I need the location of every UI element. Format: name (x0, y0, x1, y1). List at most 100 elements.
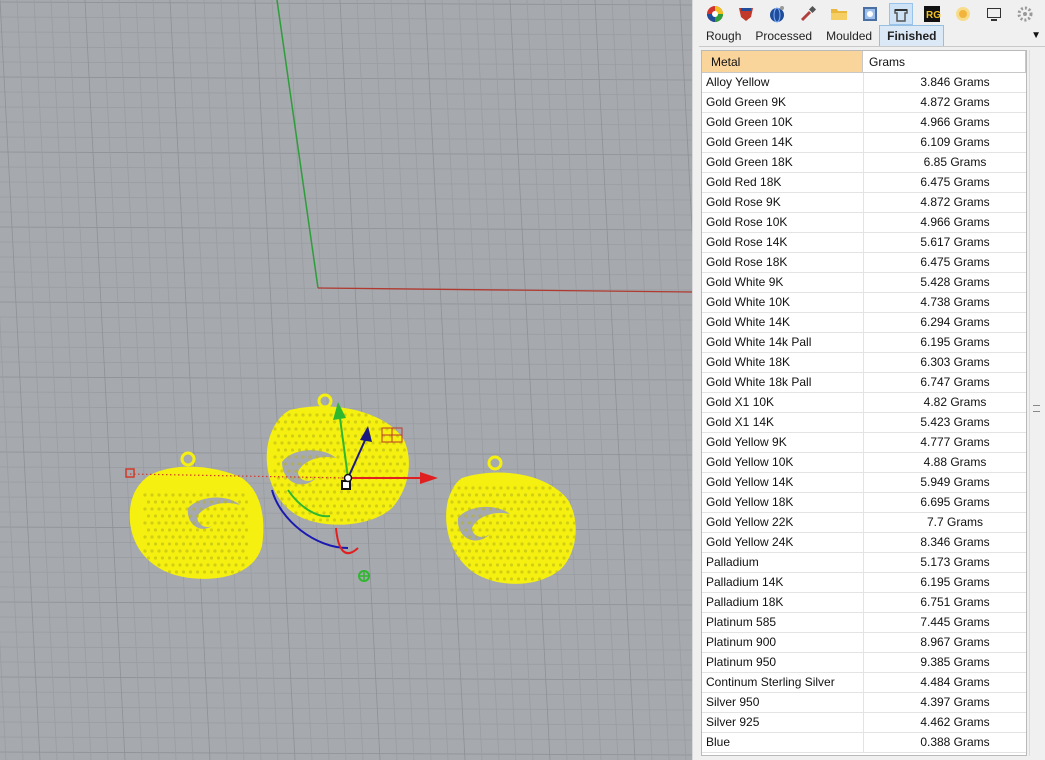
table-row[interactable]: Gold White 14k Pall 6.195 Grams (702, 333, 1026, 353)
metal-weight-panel: RG Rough Processed Moulded Finished ▼ Me… (699, 0, 1045, 760)
earring-left[interactable] (129, 451, 264, 579)
ring-icon[interactable] (889, 2, 913, 25)
table-row[interactable]: Gold Rose 9K 4.872 Grams (702, 193, 1026, 213)
cell-grams: 5.617 Grams (920, 235, 990, 249)
cell-metal: Silver 925 (702, 713, 864, 732)
cell-grams: 6.109 Grams (920, 135, 990, 149)
table-row[interactable]: Gold Yellow 14K 5.949 Grams (702, 473, 1026, 493)
scrollbar-grip[interactable] (1033, 405, 1040, 412)
table-row[interactable]: Gold White 10K 4.738 Grams (702, 293, 1026, 313)
cell-metal: Gold White 14k Pall (702, 333, 864, 352)
table-row[interactable]: Gold Yellow 22K 7.7 Grams (702, 513, 1026, 533)
table-row[interactable]: Gold Green 10K 4.966 Grams (702, 113, 1026, 133)
cell-grams: 4.462 Grams (920, 715, 990, 729)
shield-icon[interactable] (734, 3, 758, 25)
table-row[interactable]: Continum Sterling Silver 4.484 Grams (702, 673, 1026, 693)
cell-metal: Gold Green 9K (702, 93, 864, 112)
viewport-canvas[interactable] (0, 0, 692, 760)
cell-grams: 6.747 Grams (920, 375, 990, 389)
table-row[interactable]: Platinum 585 7.445 Grams (702, 613, 1026, 633)
viewport-3d[interactable] (0, 0, 692, 760)
image-icon[interactable] (858, 3, 882, 25)
cell-metal: Palladium 14K (702, 573, 864, 592)
table-row[interactable]: Gold Yellow 10K 4.88 Grams (702, 453, 1026, 473)
cell-grams: 7.445 Grams (920, 615, 990, 629)
cell-grams: 4.397 Grams (920, 695, 990, 709)
settings-icon[interactable] (1013, 3, 1037, 25)
cell-metal: Gold Green 18K (702, 153, 864, 172)
monitor-icon[interactable] (982, 3, 1006, 25)
cell-grams: 7.7 Grams (926, 515, 983, 529)
folder-icon[interactable] (827, 3, 851, 25)
table-row[interactable]: Gold Rose 18K 6.475 Grams (702, 253, 1026, 273)
cell-grams: 6.751 Grams (920, 595, 990, 609)
table-row[interactable]: Gold White 18K 6.303 Grams (702, 353, 1026, 373)
metal-weights-table: Metal Grams Alloy Yellow 3.846 Grams Gold … (701, 50, 1027, 756)
cell-metal: Gold X1 10K (702, 393, 864, 412)
column-header-metal[interactable]: Metal (702, 51, 864, 73)
vertical-scrollbar[interactable] (1029, 50, 1043, 756)
tab-moulded[interactable]: Moulded (819, 26, 879, 46)
table-row[interactable]: Gold Yellow 9K 4.777 Grams (702, 433, 1026, 453)
table-row[interactable]: Gold Red 18K 6.475 Grams (702, 173, 1026, 193)
cell-metal: Blue (702, 733, 864, 752)
table-row[interactable]: Gold Yellow 24K 8.346 Grams (702, 533, 1026, 553)
sun-icon[interactable] (951, 3, 975, 25)
table-row[interactable]: Silver 925 4.462 Grams (702, 713, 1026, 733)
tab-finished[interactable]: Finished (879, 25, 945, 46)
cell-metal: Gold Red 18K (702, 173, 864, 192)
table-row[interactable]: Alloy Yellow 3.846 Grams (702, 73, 1026, 93)
table-row[interactable]: Gold Green 18K 6.85 Grams (702, 153, 1026, 173)
table-row[interactable]: Palladium 18K 6.751 Grams (702, 593, 1026, 613)
cell-metal: Gold Yellow 14K (702, 473, 864, 492)
panel-toolbar: RG (699, 0, 1045, 27)
table-row[interactable]: Gold Rose 14K 5.617 Grams (702, 233, 1026, 253)
table-row[interactable]: Palladium 5.173 Grams (702, 553, 1026, 573)
cell-grams: 4.777 Grams (920, 435, 990, 449)
table-row[interactable]: Gold White 18k Pall 6.747 Grams (702, 373, 1026, 393)
table-row[interactable]: Gold Rose 10K 4.966 Grams (702, 213, 1026, 233)
table-row[interactable]: Gold Yellow 18K 6.695 Grams (702, 493, 1026, 513)
cell-metal: Gold White 18K (702, 353, 864, 372)
column-header-grams[interactable]: Grams (863, 51, 1026, 73)
eyedropper-icon[interactable] (796, 3, 820, 25)
cell-metal: Gold Yellow 24K (702, 533, 864, 552)
table-row[interactable]: Blue 0.388 Grams (702, 733, 1026, 753)
globe-icon[interactable] (765, 3, 789, 25)
earring-right[interactable] (446, 455, 576, 584)
tab-rough[interactable]: Rough (699, 26, 748, 46)
table-row[interactable]: Platinum 900 8.967 Grams (702, 633, 1026, 653)
chevron-down-icon[interactable]: ▼ (1031, 30, 1041, 41)
y-axis-line (276, 0, 319, 289)
cell-grams: 9.385 Grams (920, 655, 990, 669)
cell-metal: Gold Rose 14K (702, 233, 864, 252)
table-row[interactable]: Silver 950 4.397 Grams (702, 693, 1026, 713)
tab-processed[interactable]: Processed (748, 26, 819, 46)
cell-grams: 8.967 Grams (920, 635, 990, 649)
rg-logo-icon[interactable]: RG (920, 3, 944, 25)
cell-grams: 6.195 Grams (920, 335, 990, 349)
cell-grams: 8.346 Grams (920, 535, 990, 549)
cell-metal: Gold Yellow 18K (702, 493, 864, 512)
cell-metal: Platinum 950 (702, 653, 864, 672)
table-row[interactable]: Platinum 950 9.385 Grams (702, 653, 1026, 673)
cell-metal: Gold Green 10K (702, 113, 864, 132)
cell-grams: 4.738 Grams (920, 295, 990, 309)
table-row[interactable]: Gold X1 14K 5.423 Grams (702, 413, 1026, 433)
color-wheel-icon[interactable] (703, 3, 727, 25)
table-row[interactable]: Gold Green 9K 4.872 Grams (702, 93, 1026, 113)
table-row[interactable]: Gold White 9K 5.428 Grams (702, 273, 1026, 293)
table-row[interactable]: Gold White 14K 6.294 Grams (702, 313, 1026, 333)
cell-metal: Gold White 14K (702, 313, 864, 332)
table-row[interactable]: Gold Green 14K 6.109 Grams (702, 133, 1026, 153)
table-body: Alloy Yellow 3.846 Grams Gold Green 9K 4.87… (702, 73, 1026, 753)
cell-grams: 4.966 Grams (920, 115, 990, 129)
cell-metal: Palladium (702, 553, 864, 572)
panel-splitter[interactable] (692, 0, 699, 760)
cell-metal: Gold Rose 10K (702, 213, 864, 232)
cell-metal: Gold Yellow 22K (702, 513, 864, 532)
table-row[interactable]: Gold X1 10K 4.82 Grams (702, 393, 1026, 413)
cell-grams: 6.85 Grams (923, 155, 987, 169)
table-row[interactable]: Palladium 14K 6.195 Grams (702, 573, 1026, 593)
cell-metal: Gold Green 14K (702, 133, 864, 152)
